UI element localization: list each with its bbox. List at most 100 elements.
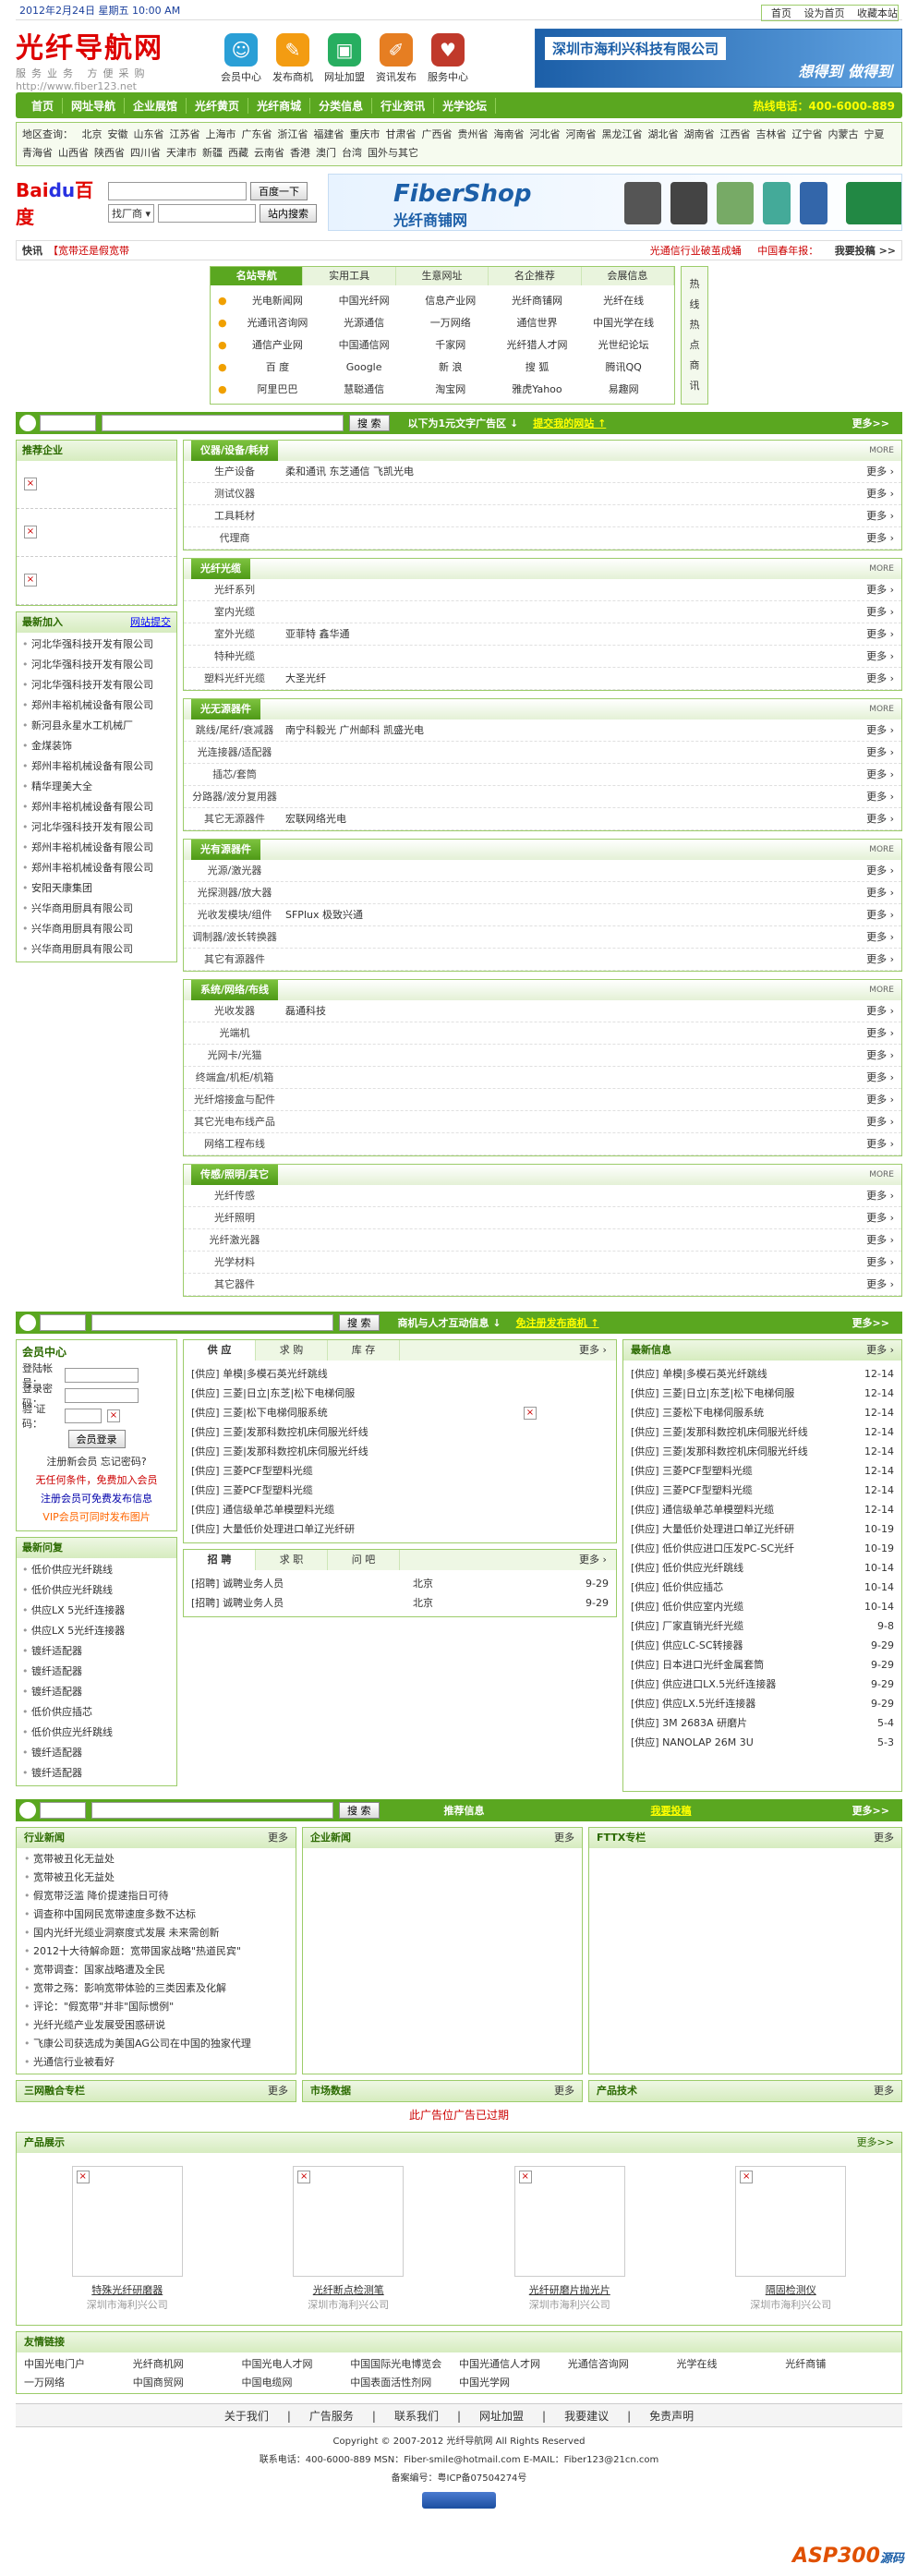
friend-link[interactable]: 中国商贸网 [133,2375,242,2389]
tab-companies[interactable]: 名企推荐 [489,267,582,285]
subcategory-name[interactable]: 光学材料 [184,1252,285,1273]
subcategory-sites[interactable] [285,926,846,948]
subcategory-name[interactable]: 光网卡/光猫 [184,1045,285,1066]
nav-site-link[interactable]: 百 度 [235,359,321,374]
category-more[interactable]: MORE [869,699,894,720]
region-link[interactable]: 江西省 [720,128,751,140]
subcategory-name[interactable]: 测试仪器 [184,483,285,504]
region-link[interactable]: 国外与其它 [368,147,418,159]
info-title[interactable]: [供应] 低价供应进口压发PC-SC光纤 [631,1539,794,1558]
subcategory-sites[interactable] [285,860,846,881]
product-name[interactable]: 光纤断点检测笔 [288,2282,408,2297]
subcategory-sites[interactable]: 南宁科毅光 广州邮科 凯盛光电 [285,720,846,741]
row-more-link[interactable]: 更多 › [846,904,901,925]
nav-site-link[interactable]: 易趣网 [580,381,667,396]
list-item[interactable]: 河北华强科技开发有限公司 [22,635,171,655]
nav-site-link[interactable]: 中国光纤网 [320,293,407,308]
icp-text[interactable]: 备案编号：粤ICP备07504274号 [16,2470,902,2488]
market-data-more[interactable]: 更多 [554,2081,574,2101]
list-item[interactable]: [供应] 日本进口光纤金属套筒 9-29 [631,1655,894,1675]
product-showcase-more[interactable]: 更多>> [857,2133,894,2153]
nav-site-link[interactable]: 淘宝网 [407,381,494,396]
subcategory-sites[interactable] [285,1022,846,1044]
list-item[interactable]: [供应] 三菱|日立|东芝|松下电梯伺服 [191,1384,489,1403]
tab-jobseek[interactable]: 求 职 [256,1550,328,1570]
nav-site-link[interactable]: 通信产业网 [235,337,321,352]
subcategory-sites[interactable] [285,483,846,504]
subcategory-name[interactable]: 跳线/尾纤/衰减器 [184,720,285,741]
subcategory-name[interactable]: 光收发模块/组件 [184,904,285,925]
list-item[interactable]: [供应] 三菱|发那科数控机床伺服光纤线 [191,1442,489,1461]
row-more-link[interactable]: 更多 › [846,949,901,970]
list-item[interactable]: 2012十大待解命题：宽带国家战略"热道民宾" [24,1942,288,1961]
category-more[interactable]: MORE [869,980,894,1000]
region-link[interactable]: 山西省 [58,147,89,159]
tab-recruit[interactable]: 招 聘 [184,1550,256,1570]
list-item[interactable]: 宽带被丑化无益处 [24,1869,288,1887]
nav-site-link[interactable]: 慧聪通信 [320,381,407,396]
list-item[interactable]: 新河县永星水工机械厂 [22,716,171,736]
row-more-link[interactable]: 更多 › [846,1252,901,1273]
region-link[interactable]: 黑龙江省 [602,128,643,140]
baidu-search-button[interactable]: 百度一下 [250,182,308,200]
region-link[interactable]: 天津市 [166,147,197,159]
region-link[interactable]: 四川省 [130,147,161,159]
list-item[interactable]: [供应] 单模|多模石英光纤跳线 12-14 [631,1364,894,1384]
subcategory-sites[interactable]: 大圣光纤 [285,668,846,689]
list-item[interactable]: [供应] 三菱松下电梯伺服系统 12-14 [631,1403,894,1422]
subcategory-sites[interactable]: 柔和通讯 东芝通信 飞凯光电 [285,461,846,482]
region-link[interactable]: 广东省 [242,128,272,140]
subcategory-sites[interactable] [285,601,846,623]
subcategory-name[interactable]: 光连接器/适配器 [184,742,285,763]
nav-site-link[interactable]: 中国通信网 [320,337,407,352]
info-title[interactable]: [供应] 三菱松下电梯伺服系统 [631,1403,764,1422]
list-item[interactable]: 兴华商用厨具有限公司 [22,919,171,939]
nav-site-link[interactable]: 通信世界 [494,315,581,330]
product-card[interactable]: × 隔固检测仪 深圳市海利兴公司 [731,2166,851,2312]
product-image[interactable]: × [71,2166,183,2277]
row-more-link[interactable]: 更多 › [846,1133,901,1155]
list-item[interactable]: 郑州丰裕机械设备有限公司 [22,756,171,777]
subcategory-name[interactable]: 网络工程布线 [184,1133,285,1155]
subcategory-sites[interactable] [285,1133,846,1155]
ad-slot[interactable]: × [17,509,176,557]
row-more-link[interactable]: 更多 › [846,860,901,881]
tab-stock[interactable]: 库 存 [328,1340,400,1361]
register-link[interactable]: 注册新会员 忘记密码? [22,1453,171,1471]
nav-site-link[interactable]: 千家网 [407,337,494,352]
list-item[interactable]: [供应] 大量低价处理进口单辽光纤研 [191,1519,489,1539]
row-more-link[interactable]: 更多 › [846,646,901,667]
news-search-select[interactable]: 查资讯 ▾ [40,1802,87,1819]
list-item[interactable]: [供应] 低价供应插芯 10-14 [631,1578,894,1597]
subcategory-name[interactable]: 光纤系列 [184,579,285,600]
region-link[interactable]: 吉林省 [756,128,787,140]
region-link[interactable]: 台湾 [342,147,362,159]
news-search-button[interactable]: 搜 索 [339,1802,380,1819]
supply-more[interactable]: 更多 › [570,1340,616,1361]
subcategory-sites[interactable] [285,1067,846,1088]
list-item[interactable]: 低价供应光纤跳线 [22,1723,171,1743]
friend-link[interactable] [677,2375,786,2389]
submit-site-button[interactable]: 网站提交 [130,612,171,633]
list-item[interactable]: 低价供应光纤跳线 [22,1560,171,1580]
info-title[interactable]: [供应] 3M 2683A 研磨片 [631,1713,747,1733]
row-more-link[interactable]: 更多 › [846,1000,901,1022]
list-item[interactable]: 郑州丰裕机械设备有限公司 [22,838,171,858]
product-card[interactable]: × 光纤断点检测笔 深圳市海利兴公司 [288,2166,408,2312]
nav-item-classifieds[interactable]: 分类信息 [310,97,373,114]
nav-item-home[interactable]: 首页 [23,97,64,114]
region-link[interactable]: 湖北省 [648,128,679,140]
list-item[interactable]: [供应] 三菱|日立|东芝|松下电梯伺服 12-14 [631,1384,894,1403]
region-link[interactable]: 浙江省 [278,128,308,140]
region-link[interactable]: 新疆 [202,147,223,159]
nav-item-directory[interactable]: 网址导航 [63,97,126,114]
subcategory-name[interactable]: 光纤熔接盒与配件 [184,1089,285,1110]
subcategory-name[interactable]: 其它无源器件 [184,808,285,829]
friend-link[interactable]: 中国光电门户 [24,2356,133,2371]
subcategory-sites[interactable] [285,505,846,526]
subcategory-sites[interactable] [285,764,846,785]
region-link[interactable]: 青海省 [22,147,53,159]
list-item[interactable]: 飞康公司获选成为美国AG公司在中国的独家代理 [24,2035,288,2053]
ad-expired-notice[interactable]: 此广告位广告已过期 [16,2102,902,2128]
list-item[interactable]: 河北华强科技开发有限公司 [22,675,171,695]
